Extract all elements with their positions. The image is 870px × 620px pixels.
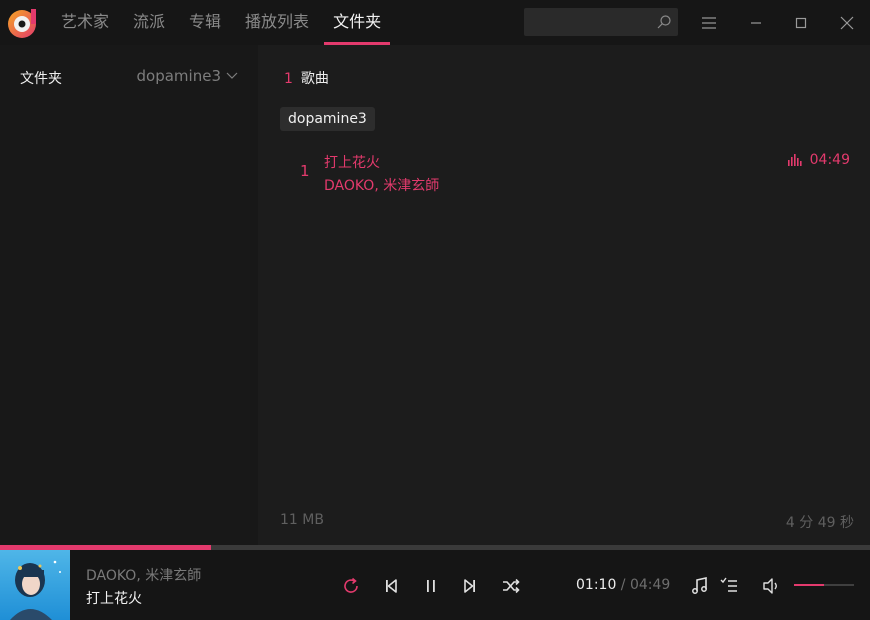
music-note-icon[interactable]: [689, 575, 711, 597]
time-separator: /: [616, 577, 630, 593]
song-index: 1: [300, 162, 310, 180]
tab-folders[interactable]: 文件夹: [324, 0, 391, 45]
main-nav: 艺术家 流派 专辑 播放列表 文件夹: [52, 0, 396, 45]
app-logo-icon: [8, 9, 36, 38]
song-duration: 04:49: [809, 152, 850, 168]
sidebar-title: 文件夹: [20, 71, 62, 87]
repeat-icon[interactable]: [340, 575, 362, 597]
tab-albums[interactable]: 专辑: [180, 0, 230, 45]
tab-genres[interactable]: 流派: [124, 0, 174, 45]
shuffle-icon[interactable]: [500, 575, 522, 597]
tab-playlists[interactable]: 播放列表: [236, 0, 318, 45]
volume-slider[interactable]: [794, 584, 854, 586]
song-count: 1 歌曲: [284, 68, 329, 88]
volume-slider-fill: [794, 584, 824, 586]
song-duration-cell: 04:49: [787, 152, 850, 168]
menu-icon[interactable]: [698, 12, 720, 34]
song-list-panel: 1 歌曲 dopamine3 1 打上花火 DAOKO, 米津玄師 04:49 1…: [258, 45, 870, 545]
total-time: 04:49: [629, 577, 671, 593]
close-icon[interactable]: [836, 12, 858, 34]
pause-icon[interactable]: [420, 575, 442, 597]
song-title: 打上花火: [324, 155, 380, 171]
tab-artists[interactable]: 艺术家: [52, 0, 118, 45]
total-duration: 4 分 49 秒: [785, 515, 854, 531]
top-bar: 艺术家 流派 专辑 播放列表 文件夹: [0, 0, 870, 45]
now-playing-icon: [787, 154, 802, 166]
search-input[interactable]: [524, 8, 678, 36]
song-count-label: 歌曲: [300, 71, 329, 87]
player-title: 打上花火: [86, 591, 142, 607]
maximize-icon[interactable]: [790, 12, 812, 34]
album-cover[interactable]: [0, 550, 70, 620]
player-bar: DAOKO, 米津玄師 打上花火 01:10 / 04:49: [0, 550, 870, 620]
folder-dropdown[interactable]: dopamine3: [137, 67, 238, 85]
song-artist: DAOKO, 米津玄師: [324, 178, 440, 194]
player-artist: DAOKO, 米津玄師: [86, 568, 202, 584]
playback-time: 01:10 / 04:49: [576, 577, 670, 593]
current-time: 01:10: [576, 577, 617, 593]
song-count-number: 1: [284, 71, 293, 87]
next-icon[interactable]: [459, 575, 481, 597]
total-size: 11 MB: [280, 512, 324, 528]
chevron-down-icon: [226, 72, 238, 79]
playlist-icon[interactable]: [718, 575, 740, 597]
volume-icon[interactable]: [761, 575, 783, 597]
search-icon: [657, 15, 671, 29]
minimize-icon[interactable]: [745, 12, 767, 34]
previous-icon[interactable]: [380, 575, 402, 597]
folder-dropdown-value: dopamine3: [136, 67, 221, 85]
folder-sidebar: 文件夹 dopamine3: [0, 45, 258, 545]
folder-tag[interactable]: dopamine3: [280, 107, 375, 131]
